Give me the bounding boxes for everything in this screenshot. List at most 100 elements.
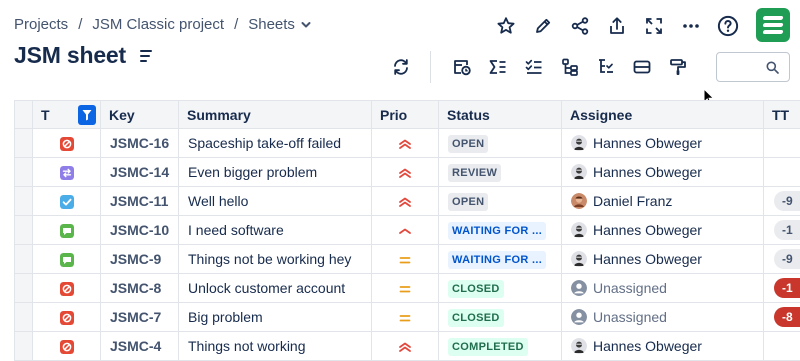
row-header[interactable] (14, 186, 33, 216)
ttr-cell[interactable]: -8 (763, 302, 800, 332)
ttr-cell[interactable]: -9 (763, 244, 800, 274)
priority-cell[interactable] (371, 331, 439, 361)
assignee-cell[interactable]: Unassigned (561, 302, 764, 332)
ttr-cell[interactable]: -1 (763, 273, 800, 303)
issue-key[interactable]: JSMC-14 (100, 157, 179, 187)
row-header[interactable] (14, 273, 33, 303)
hierarchy-button[interactable] (555, 52, 585, 82)
share-button[interactable] (564, 10, 596, 42)
column-header-type[interactable]: T (32, 100, 101, 129)
ttr-cell[interactable] (763, 157, 800, 187)
type-cell[interactable] (32, 331, 101, 361)
issue-key[interactable]: JSMC-8 (100, 273, 179, 303)
app-logo-icon[interactable] (756, 8, 790, 42)
column-header-priority[interactable]: Prio (371, 100, 439, 129)
column-header-summary[interactable]: Summary (178, 100, 372, 129)
type-cell[interactable] (32, 302, 101, 332)
priority-cell[interactable] (371, 157, 439, 187)
format-paint-button[interactable] (663, 52, 693, 82)
type-cell[interactable] (32, 244, 101, 274)
issue-key[interactable]: JSMC-4 (100, 331, 179, 361)
column-header-ttr[interactable]: TT (763, 100, 800, 129)
table-row[interactable]: JSMC-7 Big problem CLOSED Unassigned -8 (14, 302, 800, 332)
table-row[interactable]: JSMC-16 Spaceship take-off failed OPEN Hann… (14, 128, 800, 158)
table-row[interactable]: JSMC-14 Even bigger problem REVIEW Hannes O… (14, 157, 800, 187)
type-cell[interactable] (32, 128, 101, 158)
issue-key[interactable]: JSMC-7 (100, 302, 179, 332)
type-cell[interactable] (32, 186, 101, 216)
ttr-cell[interactable] (763, 331, 800, 361)
type-cell[interactable] (32, 157, 101, 187)
search-field[interactable] (716, 52, 790, 82)
summary-cell[interactable]: Spaceship take-off failed (178, 128, 372, 158)
assignee-cell[interactable]: Hannes Obweger (561, 244, 764, 274)
row-header[interactable] (14, 331, 33, 361)
summary-cell[interactable]: Big problem (178, 302, 372, 332)
ttr-cell[interactable] (763, 128, 800, 158)
table-row[interactable]: JSMC-11 Well hello OPEN Daniel Franz -9 (14, 186, 800, 216)
fullscreen-button[interactable] (638, 10, 670, 42)
priority-cell[interactable] (371, 128, 439, 158)
edit-button[interactable] (527, 10, 559, 42)
type-cell[interactable] (32, 215, 101, 245)
priority-cell[interactable] (371, 273, 439, 303)
assignee-cell[interactable]: Hannes Obweger (561, 331, 764, 361)
sheet-menu-icon[interactable] (139, 49, 154, 62)
breadcrumb-sheets[interactable]: Sheets (248, 16, 295, 33)
priority-cell[interactable] (371, 244, 439, 274)
export-button[interactable] (601, 10, 633, 42)
priority-cell[interactable] (371, 186, 439, 216)
status-cell[interactable]: OPEN (438, 128, 562, 158)
breadcrumb-projects[interactable]: Projects (14, 16, 68, 33)
sum-button[interactable] (483, 52, 513, 82)
help-button[interactable] (712, 10, 744, 42)
summary-cell[interactable]: Things not working (178, 331, 372, 361)
summary-cell[interactable]: I need software (178, 215, 372, 245)
priority-cell[interactable] (371, 302, 439, 332)
chevron-down-icon[interactable] (301, 20, 311, 30)
row-header[interactable] (14, 157, 33, 187)
summary-cell[interactable]: Unlock customer account (178, 273, 372, 303)
status-cell[interactable]: COMPLETED (438, 331, 562, 361)
assignee-cell[interactable]: Hannes Obweger (561, 128, 764, 158)
more-button[interactable] (675, 10, 707, 42)
assignee-cell[interactable]: Unassigned (561, 273, 764, 303)
issue-key[interactable]: JSMC-10 (100, 215, 179, 245)
row-header[interactable] (14, 128, 33, 158)
row-header[interactable] (14, 244, 33, 274)
assignee-cell[interactable]: Hannes Obweger (561, 157, 764, 187)
status-cell[interactable]: WAITING FOR ... (438, 215, 562, 245)
summary-cell[interactable]: Well hello (178, 186, 372, 216)
search-input[interactable] (721, 57, 765, 77)
issue-key[interactable]: JSMC-16 (100, 128, 179, 158)
ttr-cell[interactable]: -1 (763, 215, 800, 245)
row-header[interactable] (14, 215, 33, 245)
breadcrumb-project[interactable]: JSM Classic project (92, 16, 224, 33)
assignee-cell[interactable]: Daniel Franz (561, 186, 764, 216)
filter-button[interactable] (78, 105, 96, 125)
table-row[interactable]: JSMC-8 Unlock customer account CLOSED Unass… (14, 273, 800, 303)
checklist-button[interactable] (519, 52, 549, 82)
summary-cell[interactable]: Things not be working hey (178, 244, 372, 274)
summary-cell[interactable]: Even bigger problem (178, 157, 372, 187)
row-header[interactable] (14, 302, 33, 332)
tree-filter-button[interactable] (591, 52, 621, 82)
table-row[interactable]: JSMC-4 Things not working COMPLETED Hannes … (14, 331, 800, 361)
status-cell[interactable]: CLOSED (438, 302, 562, 332)
column-header-status[interactable]: Status (438, 100, 562, 129)
table-row[interactable]: JSMC-10 I need software WAITING FOR ... Han… (14, 215, 800, 245)
status-cell[interactable]: REVIEW (438, 157, 562, 187)
assignee-cell[interactable]: Hannes Obweger (561, 215, 764, 245)
refresh-button[interactable] (386, 52, 416, 82)
issue-key[interactable]: JSMC-11 (100, 186, 179, 216)
ttr-cell[interactable]: -9 (763, 186, 800, 216)
star-button[interactable] (490, 10, 522, 42)
status-cell[interactable]: OPEN (438, 186, 562, 216)
issue-key[interactable]: JSMC-9 (100, 244, 179, 274)
column-header-key[interactable]: Key (100, 100, 179, 129)
column-header-assignee[interactable]: Assignee (561, 100, 764, 129)
table-row[interactable]: JSMC-9 Things not be working hey WAITING F… (14, 244, 800, 274)
status-cell[interactable]: WAITING FOR ... (438, 244, 562, 274)
priority-cell[interactable] (371, 215, 439, 245)
status-cell[interactable]: CLOSED (438, 273, 562, 303)
